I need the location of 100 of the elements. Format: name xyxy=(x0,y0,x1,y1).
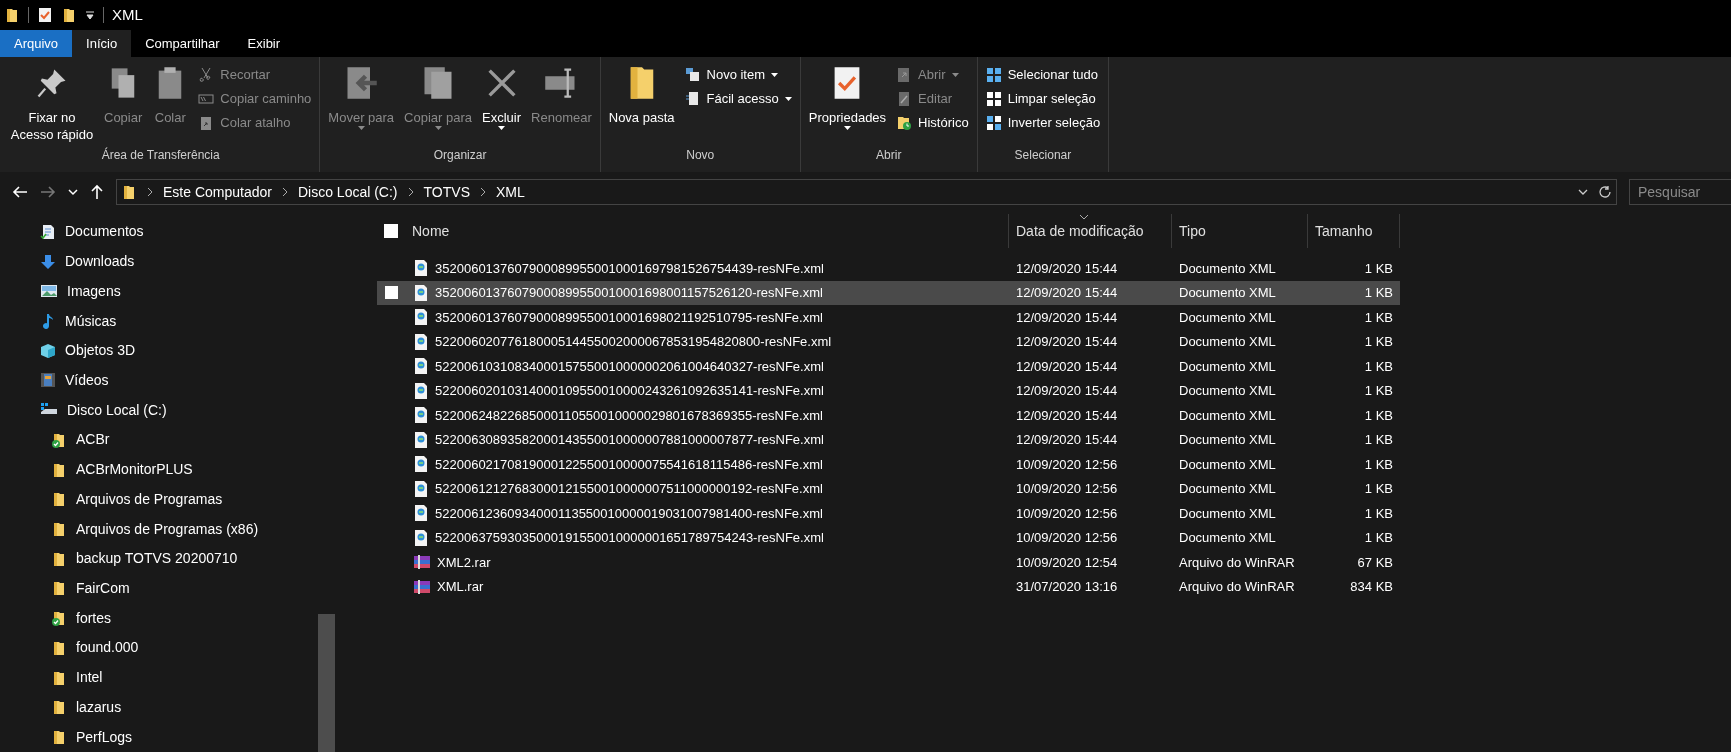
ribbon-button[interactable]: Selecionar tudo xyxy=(981,63,1105,87)
ribbon-button[interactable]: Fixar no Acesso rápido xyxy=(6,61,98,146)
properties-checkmark-icon[interactable] xyxy=(37,7,53,23)
nav-item[interactable]: Downloads xyxy=(0,246,353,277)
file-row[interactable]: 52200612360934000113550010000019031007981400-resNFe.xml 10/09/2020 12:56 Documento XML 1 KB xyxy=(377,501,1400,526)
invert-selection-icon xyxy=(985,115,1002,131)
size-cell-text: 1 KB xyxy=(1363,455,1394,474)
nav-item[interactable]: lazarus xyxy=(0,692,353,723)
ribbon-tab[interactable]: Exibir xyxy=(233,30,295,57)
column-header[interactable]: Data de modificação xyxy=(1009,214,1172,248)
type-cell-text: Documento XML xyxy=(1178,480,1277,498)
nav-item[interactable]: found.000 xyxy=(0,633,353,663)
archive-books-icon xyxy=(413,578,431,595)
file-menu-tab[interactable]: Arquivo xyxy=(0,30,73,57)
column-header[interactable]: Tamanho xyxy=(1308,214,1400,248)
chevron-right-icon xyxy=(479,187,486,197)
file-name: XML2.rar xyxy=(437,553,491,572)
nav-item[interactable]: FairCom xyxy=(0,573,353,604)
nav-item[interactable]: Objetos 3D xyxy=(0,335,353,366)
up-arrow-icon[interactable] xyxy=(90,184,104,200)
select-all-checkbox[interactable] xyxy=(384,224,398,238)
forward-arrow-icon[interactable] xyxy=(40,185,56,199)
column-header[interactable]: Nome xyxy=(405,214,1009,248)
ribbon-button[interactable]: Nova pasta xyxy=(604,61,679,146)
nav-item[interactable]: Documentos xyxy=(0,217,353,247)
file-row[interactable]: 35200601376079000899550010001698021192510795-resNFe.xml 12/09/2020 15:44 Documento XML 1 KB xyxy=(377,305,1400,330)
ribbon-tab[interactable]: Compartilhar xyxy=(131,30,234,57)
history-icon xyxy=(896,115,913,131)
nav-item[interactable]: fortes xyxy=(0,603,353,634)
file-name: 52200612360934000113550010000019031007981400-resNFe.xml xyxy=(435,504,823,523)
breadcrumb-item[interactable]: XML xyxy=(495,181,525,203)
size-cell-text: 1 KB xyxy=(1363,333,1394,351)
address-bar[interactable]: Este Computador Disco Local (C:) TOTVS XML xyxy=(116,179,1617,205)
caret-icon xyxy=(784,97,792,101)
nav-item[interactable]: Arquivos de Programas xyxy=(0,484,353,515)
file-row[interactable]: 52200602010314000109550010000243261092635141-resNFe.xml 12/09/2020 15:44 Documento XML 1 KB xyxy=(377,378,1400,403)
date-cell-text: 12/09/2020 15:44 xyxy=(1015,308,1119,327)
file-row[interactable]: XML.rar 31/07/2020 13:16 Arquivo do WinRAR 834 KB xyxy=(377,574,1400,599)
ribbon-button[interactable]: Excluir xyxy=(478,61,526,146)
nav-item[interactable]: Disco Local (C:) xyxy=(0,395,353,426)
xml-file-icon xyxy=(413,283,429,302)
ribbon-group-label: Organizar xyxy=(432,147,488,164)
nav-item[interactable]: Arquivos de Programas (x86) xyxy=(0,514,353,544)
row-checkbox[interactable] xyxy=(384,286,398,300)
ribbon-button[interactable]: Inverter seleção xyxy=(981,111,1105,135)
file-name: 35200601376079000899550010001698021192510795-resNFe.xml xyxy=(435,308,823,327)
file-row[interactable]: 52200610310834000157550010000002061004640327-resNFe.xml 12/09/2020 15:44 Documento XML 1 KB xyxy=(377,354,1400,379)
date-cell-text: 10/09/2020 12:56 xyxy=(1015,455,1119,474)
nav-item[interactable]: ACBrMonitorPLUS xyxy=(0,454,353,485)
xml-file-icon xyxy=(413,332,429,351)
file-row[interactable]: 52200612127683000121550010000007511000000192-resNFe.xml 10/09/2020 12:56 Documento XML 1 KB xyxy=(377,476,1400,501)
nav-item[interactable]: ACBr xyxy=(0,425,353,455)
ribbon-button[interactable]: Histórico xyxy=(892,111,973,135)
nav-item[interactable]: Músicas xyxy=(0,306,353,336)
back-arrow-icon[interactable] xyxy=(12,185,28,199)
xml-file-icon xyxy=(413,504,429,523)
ribbon-group-label: Abrir xyxy=(875,147,903,164)
file-row[interactable]: 52200624822685000110550010000029801678369355-resNFe.xml 12/09/2020 15:44 Documento XML 1 KB xyxy=(377,403,1400,428)
nav-item[interactable]: Imagens xyxy=(0,276,353,307)
new-item-icon xyxy=(684,67,701,83)
file-row[interactable]: 52200602170819000122550010000075541618115486-resNFe.xml 10/09/2020 12:56 Documento XML 1 KB xyxy=(377,452,1400,477)
customize-toolbar-icon[interactable] xyxy=(85,10,95,20)
type-cell-text: Arquivo do WinRAR xyxy=(1178,553,1296,572)
ribbon-group-label: Área de Transferência xyxy=(100,146,221,164)
file-row[interactable]: 522006020776180005144550020000678531954820800-resNFe.xml 12/09/2020 15:44 Documento XML 1 KB xyxy=(377,329,1400,354)
folder-icon xyxy=(51,729,67,746)
nav-item[interactable]: PerfLogs xyxy=(0,722,353,752)
folder-icon xyxy=(51,521,67,538)
size-cell-text: 67 KB xyxy=(1356,553,1394,572)
scrollbar-thumb[interactable] xyxy=(318,614,335,752)
path-icon xyxy=(198,91,215,107)
breadcrumb-item[interactable]: Este Computador xyxy=(163,181,272,203)
file-row[interactable]: 52200630893582000143550010000007881000007877-resNFe.xml 12/09/2020 15:44 Documento XML 1 KB xyxy=(377,427,1400,452)
caret-icon xyxy=(951,73,959,77)
type-cell-text: Documento XML xyxy=(1178,259,1277,278)
file-name: 52200630893582000143550010000007881000007877-resNFe.xml xyxy=(435,431,824,449)
select-none-icon xyxy=(985,91,1002,107)
date-cell-text: 12/09/2020 15:44 xyxy=(1015,431,1119,449)
xml-file-icon xyxy=(413,308,429,327)
breadcrumb-item[interactable]: Disco Local (C:) xyxy=(297,181,398,203)
refresh-icon[interactable] xyxy=(1598,185,1612,199)
nav-item[interactable]: Intel xyxy=(0,662,353,693)
ribbon-button[interactable]: Fácil acesso xyxy=(680,87,796,111)
column-header[interactable]: Tipo xyxy=(1172,214,1308,248)
ribbon-button[interactable]: Limpar seleção xyxy=(981,87,1105,111)
chevron-down-icon[interactable] xyxy=(1578,188,1588,196)
ribbon-tab[interactable]: Início xyxy=(72,30,132,57)
file-name: 52200602010314000109550010000243261092635141-resNFe.xml xyxy=(435,382,824,400)
search-field[interactable]: Pesquisar xyxy=(1629,179,1731,205)
date-cell-text: 10/09/2020 12:56 xyxy=(1015,504,1119,523)
ribbon-button[interactable]: Propriedades xyxy=(804,61,891,146)
nav-item[interactable]: backup TOTVS 20200710 xyxy=(0,543,353,574)
file-row[interactable]: 52200637593035000191550010000001651789754243-resNFe.xml 10/09/2020 12:56 Documento XML 1 KB xyxy=(377,525,1400,550)
breadcrumb-item[interactable]: TOTVS xyxy=(423,181,470,203)
file-row[interactable]: XML2.rar 10/09/2020 12:54 Arquivo do WinRAR 67 KB xyxy=(377,550,1400,575)
file-row[interactable]: 35200601376079000899550010001698001157526120-resNFe.xml 12/09/2020 15:44 Documento XML 1 KB xyxy=(377,280,1400,305)
type-cell-text: Documento XML xyxy=(1178,504,1277,523)
ribbon-button[interactable]: Novo item xyxy=(680,63,796,87)
nav-item[interactable]: Vídeos xyxy=(0,365,353,396)
file-row[interactable]: 35200601376079000899550010001697981526754439-resNFe.xml 12/09/2020 15:44 Documento XML 1 KB xyxy=(377,256,1400,281)
